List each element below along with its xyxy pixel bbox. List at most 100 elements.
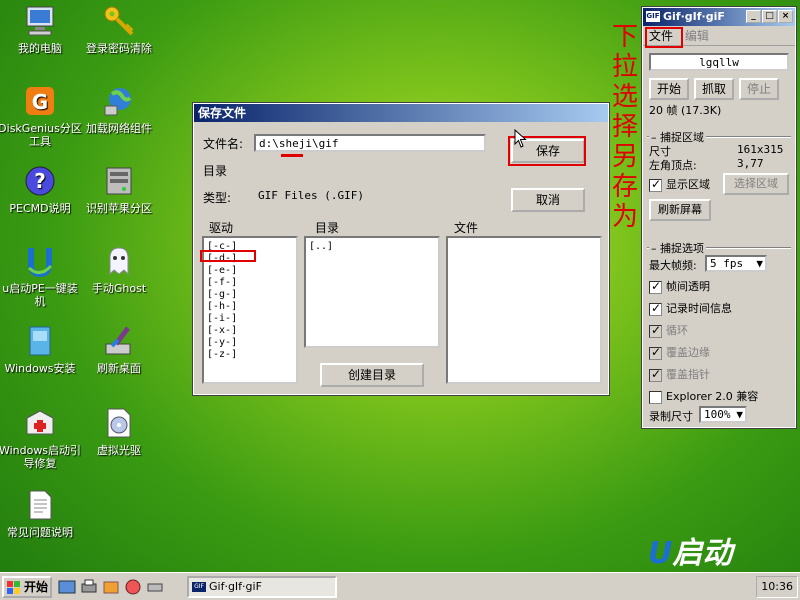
- dirs-list[interactable]: [..]: [304, 236, 440, 348]
- system-tray-clock[interactable]: 10:36: [756, 576, 798, 598]
- window-controls: _ □ ×: [746, 10, 793, 23]
- list-item[interactable]: [-z-]: [207, 349, 293, 361]
- desktop-icon-pecmd-help[interactable]: ? PECMD说明: [0, 164, 83, 215]
- cover-edge-checkbox[interactable]: 覆盖边缘: [649, 344, 710, 360]
- quicklaunch-printer-icon[interactable]: [80, 578, 98, 596]
- desktop-icon-boot-repair[interactable]: Windows启动引导修复: [0, 406, 83, 470]
- capture-options-header: – 捕捉选项: [649, 240, 706, 256]
- windows-install-icon: [23, 324, 57, 358]
- drives-list[interactable]: [-c-] [-d-] [-e-] [-f-] [-g-] [-h-] [-i-…: [202, 236, 298, 384]
- diskgenius-icon: G: [23, 84, 57, 118]
- dropdown-arrow-icon: ▼: [756, 257, 763, 270]
- key-icon: [102, 4, 136, 38]
- desktop-icon-refresh-desktop[interactable]: 刷新桌面: [76, 324, 162, 375]
- quicklaunch-media-icon[interactable]: [124, 578, 142, 596]
- panel-title: Gif·gIf·giF: [663, 10, 725, 23]
- transparent-checkbox[interactable]: 帧间透明: [649, 278, 710, 294]
- type-value: GIF Files (.GIF): [258, 189, 364, 202]
- loop-checkbox[interactable]: 循环: [649, 322, 688, 338]
- app-logo-icon: GIF: [646, 11, 660, 22]
- filename-label: 文件名:: [203, 137, 244, 151]
- list-item[interactable]: [-g-]: [207, 289, 293, 301]
- start-button[interactable]: 开始: [649, 78, 689, 100]
- filename-input[interactable]: [254, 134, 486, 152]
- u-logo-icon: U: [648, 536, 673, 571]
- max-fps-select[interactable]: 5 fps ▼: [705, 255, 767, 272]
- cover-pointer-checkbox[interactable]: 覆盖指针: [649, 366, 710, 382]
- max-fps-label: 最大帧频:: [649, 259, 697, 272]
- list-item[interactable]: [-e-]: [207, 265, 293, 277]
- checkbox-icon: [649, 301, 662, 316]
- desktop-icon-my-computer[interactable]: 我的电脑: [0, 4, 83, 55]
- minimize-icon[interactable]: _: [746, 10, 761, 23]
- app-logo-icon: GIF: [192, 582, 206, 592]
- desktop-icon-windows-install[interactable]: Windows安装: [0, 324, 83, 375]
- frame-count: 20 帧 (17.3K): [649, 104, 722, 117]
- files-header: 文件: [454, 221, 479, 235]
- list-item[interactable]: [-x-]: [207, 325, 293, 337]
- desktop-icon-virtual-cd[interactable]: 虚拟光驱: [76, 406, 162, 457]
- drive-icon: [102, 164, 136, 198]
- desktop-icon-ghost[interactable]: 手动Ghost: [76, 244, 162, 295]
- list-item[interactable]: [-c-]: [207, 241, 293, 253]
- windows-logo-icon: [7, 581, 20, 594]
- dialog-title: 保存文件: [194, 104, 608, 122]
- desktop-icon-diskgenius[interactable]: G DiskGenius分区工具: [0, 84, 83, 148]
- list-item[interactable]: [..]: [309, 241, 435, 253]
- quicklaunch-drive-icon[interactable]: [146, 578, 164, 596]
- maximize-icon[interactable]: □: [762, 10, 777, 23]
- u-install-icon: [23, 244, 57, 278]
- show-area-checkbox[interactable]: 显示区域: [649, 176, 710, 192]
- desktop-icon-faq[interactable]: 常见问题说明: [0, 488, 83, 539]
- start-button-taskbar[interactable]: 开始: [2, 576, 52, 598]
- menu-file[interactable]: 文件: [649, 29, 673, 43]
- select-area-button[interactable]: 选择区域: [723, 173, 789, 195]
- list-item[interactable]: [-f-]: [207, 277, 293, 289]
- list-item[interactable]: [-h-]: [207, 301, 293, 313]
- taskbar: 开始 GIF Gif·gIf·giF 10:36: [0, 572, 800, 600]
- drives-header: 驱动: [209, 221, 234, 235]
- filename-underline-mark: [281, 154, 303, 157]
- cancel-button[interactable]: 取消: [511, 188, 585, 212]
- size-value: 161x315: [737, 143, 784, 156]
- ghost-icon: [102, 244, 136, 278]
- desktop-icon-password-clear[interactable]: 登录密码清除: [76, 4, 162, 55]
- brand-logo: U启动WWW.UQIDONG.COM: [648, 536, 784, 581]
- taskbar-item-gif-recorder[interactable]: GIF Gif·gIf·giF: [187, 576, 337, 598]
- panel-menubar: 文件 编辑: [643, 26, 795, 46]
- quicklaunch-desktop-icon[interactable]: [58, 578, 76, 596]
- name-field[interactable]: lgqllw: [649, 53, 789, 71]
- mouse-cursor-icon: [514, 129, 527, 148]
- save-file-dialog: 保存文件 文件名: 目录 类型: GIF Files (.GIF) 保存 取消 …: [192, 102, 610, 396]
- list-item[interactable]: [-d-]: [207, 253, 293, 265]
- menu-edit[interactable]: 编辑: [685, 29, 709, 43]
- network-globe-icon: [102, 84, 136, 118]
- desktop-icon-apple-partition[interactable]: 识别苹果分区: [76, 164, 162, 215]
- desktop-icon-u-install[interactable]: u启动PE一键装机: [0, 244, 83, 308]
- dir-label: 目录: [203, 164, 228, 178]
- desktop-icon-network[interactable]: 加载网络组件: [76, 84, 162, 135]
- list-item[interactable]: [-i-]: [207, 313, 293, 325]
- computer-icon: [23, 4, 57, 38]
- rec-size-select[interactable]: 100% ▼: [699, 406, 747, 423]
- explorer-compat-checkbox[interactable]: Explorer 2.0 兼容: [649, 388, 758, 404]
- refresh-screen-button[interactable]: 刷新屏幕: [649, 199, 711, 221]
- corner-value: 3,77: [737, 157, 764, 170]
- quicklaunch-folder-icon[interactable]: [102, 578, 120, 596]
- record-time-checkbox[interactable]: 记录时间信息: [649, 300, 732, 316]
- repair-kit-icon: [23, 406, 57, 440]
- files-list[interactable]: [446, 236, 602, 384]
- svg-text:?: ?: [34, 169, 46, 193]
- checkbox-icon: [649, 323, 662, 338]
- close-icon[interactable]: ×: [778, 10, 793, 23]
- annotation-text: 下拉选择另存为: [611, 22, 638, 232]
- virtual-cd-icon: [102, 406, 136, 440]
- document-icon: [23, 488, 57, 522]
- capture-button[interactable]: 抓取: [694, 78, 734, 100]
- list-item[interactable]: [-y-]: [207, 337, 293, 349]
- stop-button[interactable]: 停止: [739, 78, 779, 100]
- corner-label: 左角顶点:: [649, 159, 697, 172]
- create-dir-button[interactable]: 创建目录: [320, 363, 424, 387]
- dropdown-arrow-icon: ▼: [736, 408, 743, 421]
- gif-recorder-window: GIF Gif·gIf·giF _ □ × 文件 编辑 lgqllw 开始 抓取…: [641, 6, 797, 429]
